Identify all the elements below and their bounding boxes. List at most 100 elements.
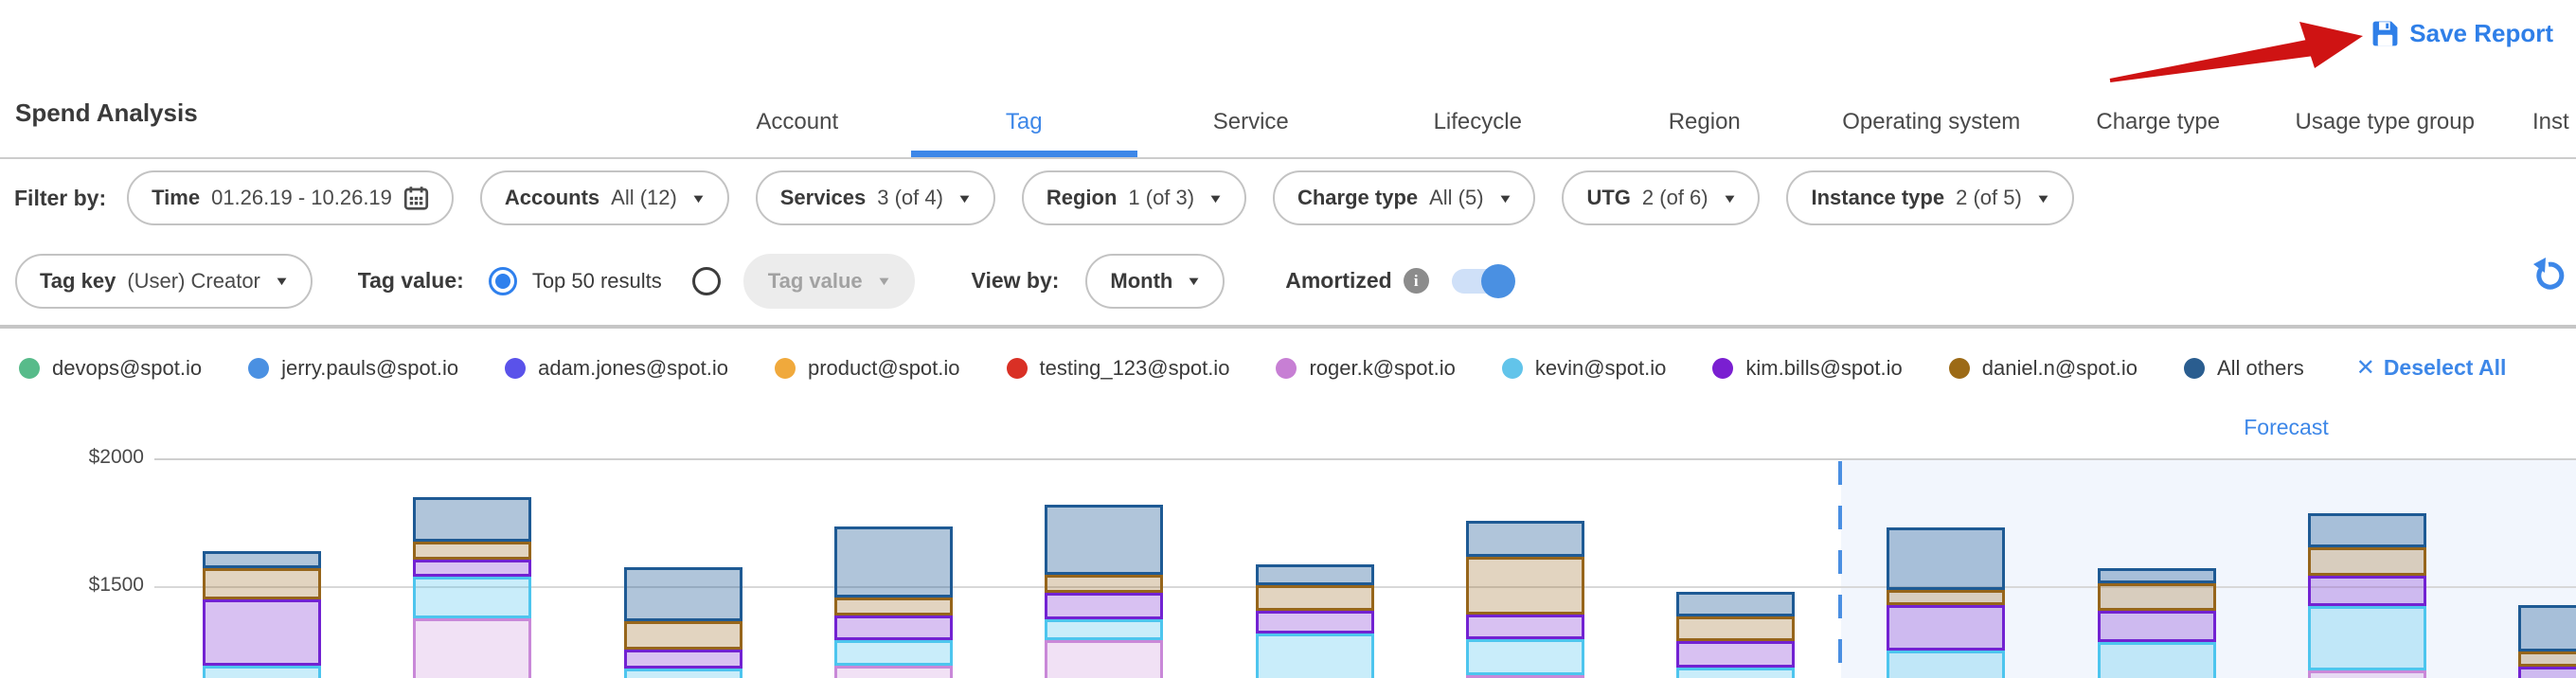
bar-segment-kevin-spot-io[interactable] bbox=[2308, 606, 2426, 670]
tab-region[interactable]: Region bbox=[1591, 87, 1818, 157]
region-filter-pill[interactable]: Region 1 (of 3) ▼ bbox=[1022, 170, 1246, 225]
charge-type-filter-pill[interactable]: Charge type All (5) ▼ bbox=[1273, 170, 1535, 225]
bar-segment-all-others[interactable] bbox=[2518, 605, 2576, 651]
bar-segment-all-others[interactable] bbox=[413, 497, 531, 542]
view-by-dropdown[interactable]: Month ▼ bbox=[1085, 254, 1225, 309]
stacked-bar-7[interactable] bbox=[1466, 521, 1584, 678]
bar-segment-kim-bills-spot-io[interactable] bbox=[624, 650, 742, 669]
bar-segment-daniel-n-spot-io[interactable] bbox=[203, 568, 321, 599]
legend-item-roger-k-spot-io[interactable]: roger.k@spot.io bbox=[1276, 356, 1455, 381]
bar-segment-daniel-n-spot-io[interactable] bbox=[624, 621, 742, 650]
accounts-filter-pill[interactable]: Accounts All (12) ▼ bbox=[480, 170, 729, 225]
legend-item-daniel-n-spot-io[interactable]: daniel.n@spot.io bbox=[1949, 356, 2138, 381]
tab-tag[interactable]: Tag bbox=[911, 87, 1138, 157]
legend-item-kevin-spot-io[interactable]: kevin@spot.io bbox=[1502, 356, 1667, 381]
bar-segment-kim-bills-spot-io[interactable] bbox=[2098, 611, 2216, 642]
bar-segment-kevin-spot-io[interactable] bbox=[1045, 619, 1163, 640]
bar-segment-daniel-n-spot-io[interactable] bbox=[1887, 590, 2005, 605]
top-50-results-radio[interactable] bbox=[489, 267, 517, 295]
bar-segment-daniel-n-spot-io[interactable] bbox=[1676, 616, 1795, 641]
bar-segment-kevin-spot-io[interactable] bbox=[413, 577, 531, 618]
stacked-bar-12[interactable] bbox=[2518, 605, 2576, 678]
bar-segment-daniel-n-spot-io[interactable] bbox=[413, 542, 531, 560]
bar-segment-kim-bills-spot-io[interactable] bbox=[1466, 615, 1584, 639]
stacked-bar-4[interactable] bbox=[834, 526, 953, 678]
tab-account[interactable]: Account bbox=[684, 87, 911, 157]
bar-segment-all-others[interactable] bbox=[834, 526, 953, 598]
bar-segment-kim-bills-spot-io[interactable] bbox=[413, 560, 531, 577]
bar-segment-kim-bills-spot-io[interactable] bbox=[1887, 605, 2005, 651]
bar-segment-all-others[interactable] bbox=[1466, 521, 1584, 557]
bar-segment-kim-bills-spot-io[interactable] bbox=[2308, 576, 2426, 606]
legend-item-devops-spot-io[interactable]: devops@spot.io bbox=[19, 356, 202, 381]
bar-segment-kevin-spot-io[interactable] bbox=[1466, 639, 1584, 675]
bar-segment-daniel-n-spot-io[interactable] bbox=[1256, 585, 1374, 611]
bar-segment-daniel-n-spot-io[interactable] bbox=[2518, 651, 2576, 667]
bar-segment-roger-k-spot-io[interactable] bbox=[2308, 670, 2426, 678]
bar-segment-kevin-spot-io[interactable] bbox=[203, 666, 321, 678]
bar-segment-all-others[interactable] bbox=[624, 567, 742, 621]
bar-segment-kim-bills-spot-io[interactable] bbox=[2518, 667, 2576, 678]
legend-item-kim-bills-spot-io[interactable]: kim.bills@spot.io bbox=[1712, 356, 1902, 381]
bar-segment-daniel-n-spot-io[interactable] bbox=[834, 598, 953, 616]
bar-segment-kevin-spot-io[interactable] bbox=[1256, 633, 1374, 678]
bar-segment-all-others[interactable] bbox=[1045, 505, 1163, 575]
reset-button[interactable] bbox=[2532, 258, 2565, 292]
bar-segment-roger-k-spot-io[interactable] bbox=[1045, 640, 1163, 678]
bar-segment-kevin-spot-io[interactable] bbox=[2098, 642, 2216, 678]
bar-segment-kim-bills-spot-io[interactable] bbox=[1045, 593, 1163, 619]
bar-segment-all-others[interactable] bbox=[1887, 527, 2005, 590]
bar-segment-kevin-spot-io[interactable] bbox=[624, 669, 742, 678]
bar-segment-all-others[interactable] bbox=[1256, 564, 1374, 585]
bar-segment-kim-bills-spot-io[interactable] bbox=[1676, 641, 1795, 668]
stacked-bar-11[interactable] bbox=[2308, 513, 2426, 678]
time-filter-pill[interactable]: Time 01.26.19 - 10.26.19 ▼ bbox=[127, 170, 454, 225]
stacked-bar-3[interactable] bbox=[624, 567, 742, 678]
stacked-bar-10[interactable] bbox=[2098, 568, 2216, 678]
bar-segment-kevin-spot-io[interactable] bbox=[1676, 668, 1795, 678]
tag-key-dropdown[interactable]: Tag key (User) Creator ▼ bbox=[15, 254, 313, 309]
tab-usage-type-group[interactable]: Usage type group bbox=[2272, 87, 2499, 157]
legend-item-testing-123-spot-io[interactable]: testing_123@spot.io bbox=[1007, 356, 1230, 381]
stacked-bar-6[interactable] bbox=[1256, 564, 1374, 678]
tag-value-pill-label: Tag value bbox=[768, 269, 863, 294]
stacked-bar-2[interactable] bbox=[413, 497, 531, 678]
tab-inst[interactable]: Inst bbox=[2498, 87, 2569, 157]
bar-segment-kevin-spot-io[interactable] bbox=[834, 640, 953, 666]
bar-segment-daniel-n-spot-io[interactable] bbox=[2098, 583, 2216, 611]
bar-segment-kim-bills-spot-io[interactable] bbox=[1256, 611, 1374, 633]
stacked-bar-9[interactable] bbox=[1887, 527, 2005, 678]
stacked-bar-1[interactable] bbox=[203, 551, 321, 678]
tab-lifecycle[interactable]: Lifecycle bbox=[1365, 87, 1592, 157]
deselect-all-button[interactable]: ✕Deselect All bbox=[2356, 354, 2507, 382]
utg-filter-pill[interactable]: UTG 2 (of 6) ▼ bbox=[1562, 170, 1760, 225]
instance-type-filter-pill[interactable]: Instance type 2 (of 5) ▼ bbox=[1786, 170, 2073, 225]
info-icon[interactable]: i bbox=[1404, 268, 1429, 294]
stacked-bar-5[interactable] bbox=[1045, 505, 1163, 678]
bar-segment-daniel-n-spot-io[interactable] bbox=[2308, 547, 2426, 576]
tab-operating-system[interactable]: Operating system bbox=[1818, 87, 2046, 157]
bar-segment-daniel-n-spot-io[interactable] bbox=[1045, 575, 1163, 593]
bar-segment-daniel-n-spot-io[interactable] bbox=[1466, 557, 1584, 615]
legend-item-jerry-pauls-spot-io[interactable]: jerry.pauls@spot.io bbox=[248, 356, 458, 381]
bar-segment-all-others[interactable] bbox=[203, 551, 321, 568]
tag-value-radio[interactable] bbox=[692, 267, 721, 295]
bar-segment-all-others[interactable] bbox=[2098, 568, 2216, 583]
bar-segment-all-others[interactable] bbox=[2308, 513, 2426, 547]
bar-segment-kevin-spot-io[interactable] bbox=[1887, 651, 2005, 678]
bar-segment-kim-bills-spot-io[interactable] bbox=[834, 616, 953, 640]
stacked-bar-8[interactable] bbox=[1676, 592, 1795, 678]
bar-segment-roger-k-spot-io[interactable] bbox=[413, 618, 531, 678]
tag-key-label: Tag key bbox=[40, 269, 116, 294]
save-report-button[interactable]: Save Report bbox=[2370, 19, 2553, 48]
tab-service[interactable]: Service bbox=[1137, 87, 1365, 157]
amortized-toggle[interactable] bbox=[1452, 269, 1512, 294]
services-filter-pill[interactable]: Services 3 (of 4) ▼ bbox=[756, 170, 995, 225]
legend-item-product-spot-io[interactable]: product@spot.io bbox=[775, 356, 960, 381]
legend-item-all-others[interactable]: All others bbox=[2184, 356, 2304, 381]
legend-item-adam-jones-spot-io[interactable]: adam.jones@spot.io bbox=[505, 356, 728, 381]
bar-segment-kim-bills-spot-io[interactable] bbox=[203, 599, 321, 666]
bar-segment-all-others[interactable] bbox=[1676, 592, 1795, 616]
bar-segment-roger-k-spot-io[interactable] bbox=[834, 666, 953, 678]
tab-charge-type[interactable]: Charge type bbox=[2045, 87, 2272, 157]
